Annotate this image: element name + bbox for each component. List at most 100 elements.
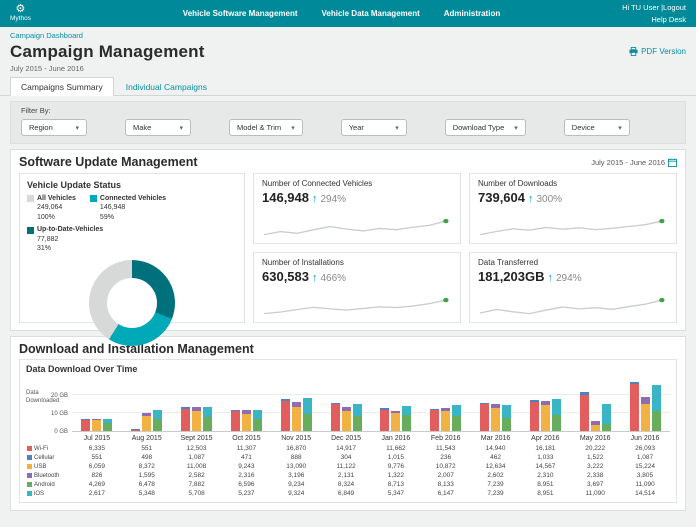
stacked-bar[interactable] — [430, 409, 439, 431]
legend-item-all-vehicles: All Vehicles249,064100% — [27, 194, 76, 222]
logout-link[interactable]: |Logout — [661, 3, 686, 12]
table-value: 2,617 — [72, 489, 122, 498]
dropdown-selected-value: Download Type — [453, 123, 505, 132]
stacked-bar[interactable] — [192, 407, 201, 431]
bar-segment-ios — [303, 398, 312, 415]
month-label: Oct 2015 — [221, 434, 271, 444]
help-desk-link[interactable]: Help Desk — [651, 15, 686, 24]
stacked-bar[interactable] — [103, 419, 112, 431]
kpi-sparkline — [262, 216, 452, 238]
stacked-bar[interactable] — [441, 408, 450, 431]
stacked-bar[interactable] — [630, 382, 639, 431]
filter-dropdown-make[interactable]: Make▾ — [125, 119, 191, 136]
kpi-card-number-of-connected-vehicles: Number of Connected Vehicles146,948↑294% — [253, 173, 461, 244]
table-value: 826 — [72, 471, 122, 480]
stacked-bar[interactable] — [402, 406, 411, 431]
filter-dropdown-year[interactable]: Year▾ — [341, 119, 407, 136]
stacked-bar[interactable] — [253, 410, 262, 431]
dropdown-selected-value: Year — [349, 123, 364, 132]
kpi-sparkline — [478, 216, 668, 238]
stacked-bar[interactable] — [303, 398, 312, 431]
bar-segment-android — [153, 419, 162, 431]
breadcrumb-link-campaign-dashboard[interactable]: Campaign Dashboard — [10, 31, 83, 40]
dropdown-selected-value: Region — [29, 123, 53, 132]
stacked-bar[interactable] — [602, 404, 611, 431]
nav-item-administration[interactable]: Administration — [444, 9, 500, 18]
kpi-value: 739,604 — [478, 190, 525, 205]
bar-segment-usb — [192, 411, 201, 431]
stacked-bar[interactable] — [530, 400, 539, 431]
table-value: 11,008 — [172, 462, 222, 471]
table-value: 6,478 — [122, 480, 172, 489]
bar-group-dec-2015 — [321, 403, 371, 431]
filter-dropdown-device[interactable]: Device▾ — [564, 119, 630, 136]
kpi-card-data-transferred: Data Transferred181,203GB↑294% — [469, 252, 677, 323]
chevron-down-icon: ▾ — [179, 124, 183, 132]
bar-segment-wi-fi — [131, 430, 140, 431]
stacked-bar[interactable] — [131, 429, 140, 431]
nav-item-vehicle-software-management[interactable]: Vehicle Software Management — [183, 9, 298, 18]
stacked-bar[interactable] — [652, 385, 661, 431]
filter-dropdown-download-type[interactable]: Download Type▾ — [445, 119, 526, 136]
sparkline-endpoint-dot — [443, 298, 448, 302]
tab-individual-campaigns[interactable]: Individual Campaigns — [116, 78, 217, 95]
legend-label: Up-to-Date-Vehicles — [37, 225, 103, 234]
stacked-bar[interactable] — [242, 410, 251, 431]
table-value: 8,372 — [122, 462, 172, 471]
table-value: 2,131 — [321, 471, 371, 480]
stacked-bar[interactable] — [81, 419, 90, 431]
stacked-bar[interactable] — [552, 399, 561, 431]
stacked-bar[interactable] — [502, 405, 511, 431]
data-download-over-time-panel: Data Download Over Time Data Downloaded … — [19, 359, 677, 503]
y-axis: Data Downloaded 0 GB10 GB20 GB — [26, 378, 72, 432]
series-label: Android — [34, 482, 55, 488]
stacked-bar[interactable] — [92, 419, 101, 431]
filter-dropdown-model-trim[interactable]: Model & Trim▾ — [229, 119, 303, 136]
stacked-bar[interactable] — [641, 397, 650, 431]
table-value: 4,269 — [72, 480, 122, 489]
tab-campaigns-summary[interactable]: Campaigns Summary — [10, 77, 114, 96]
pdf-version-link[interactable]: PDF Version — [629, 47, 686, 56]
stacked-bar[interactable] — [281, 399, 290, 431]
stacked-bar[interactable] — [231, 410, 240, 431]
kpi-title: Data Transferred — [478, 258, 668, 267]
download-management-title: Download and Installation Management — [19, 342, 677, 356]
filter-row: Region▾Make▾Model & Trim▾Year▾Download T… — [21, 119, 675, 136]
table-value: 15,224 — [620, 462, 670, 471]
stacked-bar[interactable] — [142, 413, 151, 431]
top-navbar: ⚙ Mythos Vehicle Software Management Vehi… — [0, 0, 696, 27]
table-value: 6,849 — [321, 489, 371, 498]
filter-dropdown-region[interactable]: Region▾ — [21, 119, 87, 136]
stacked-bar[interactable] — [181, 407, 190, 432]
series-label-cell: Wi-Fi — [26, 444, 72, 453]
vehicle-update-status-panel: Vehicle Update Status All Vehicles249,06… — [19, 173, 245, 323]
stacked-bar[interactable] — [491, 404, 500, 431]
software-update-date-range[interactable]: July 2015 - June 2016 — [591, 158, 677, 167]
stacked-bar[interactable] — [203, 407, 212, 431]
mythos-brand[interactable]: ⚙ Mythos — [10, 4, 31, 23]
stacked-bar[interactable] — [580, 392, 589, 431]
table-value: 14,940 — [471, 444, 521, 453]
kpi-change-percent: 294% — [556, 273, 582, 284]
kpi-sparkline — [478, 295, 668, 317]
table-value: 12,503 — [172, 444, 222, 453]
bar-segment-usb — [292, 407, 301, 431]
stacked-bar[interactable] — [353, 404, 362, 431]
bar-segment-android — [253, 419, 262, 431]
nav-item-vehicle-data-management[interactable]: Vehicle Data Management — [322, 9, 420, 18]
calendar-icon — [668, 158, 677, 167]
stacked-bar[interactable] — [292, 402, 301, 431]
stacked-bar[interactable] — [331, 403, 340, 431]
stacked-bar[interactable] — [541, 401, 550, 431]
stacked-bar[interactable] — [480, 403, 489, 431]
stacked-bar[interactable] — [391, 411, 400, 431]
kpi-card-number-of-installations: Number of Installations630,583↑466% — [253, 252, 461, 323]
stacked-bar[interactable] — [153, 410, 162, 431]
table-value: 6,335 — [72, 444, 122, 453]
stacked-bar[interactable] — [452, 405, 461, 431]
stacked-bar[interactable] — [591, 421, 600, 431]
stacked-bar[interactable] — [342, 407, 351, 431]
bar-group-nov-2015 — [271, 398, 321, 431]
stacked-bar[interactable] — [380, 408, 389, 431]
bar-segment-android — [402, 415, 411, 431]
